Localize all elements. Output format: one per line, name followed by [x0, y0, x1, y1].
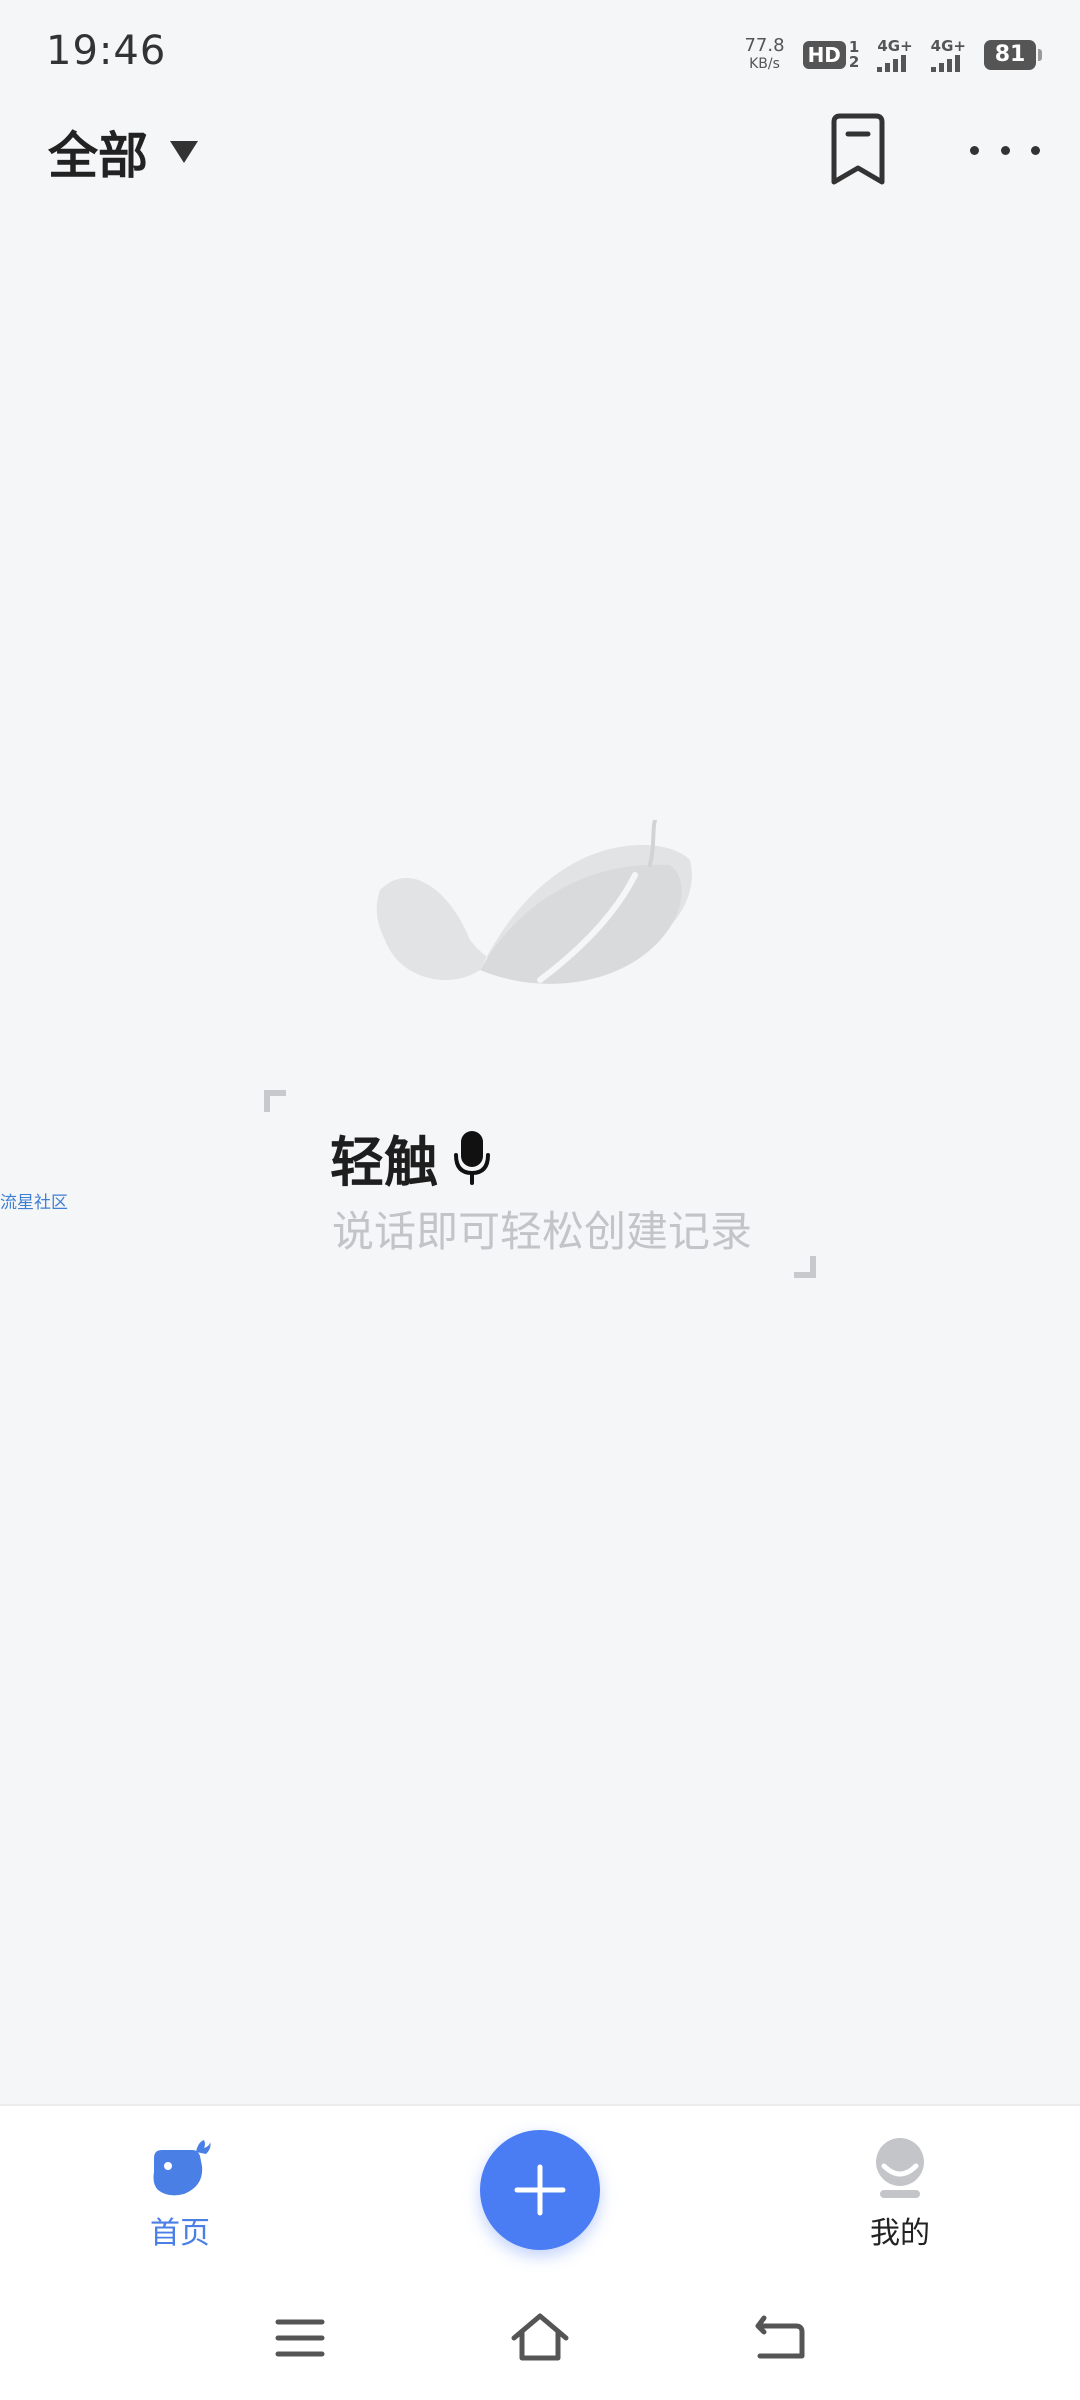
signal-icon-sim1: 4G+ — [877, 37, 913, 72]
status-icons: 77.8 KB/s HD 1 2 4G+ 4G+ 81 — [744, 32, 1042, 78]
signal-label-sim1: 4G+ — [877, 37, 913, 55]
home-icon — [511, 2313, 569, 2361]
back-icon — [755, 2315, 805, 2359]
network-speed-value: 77.8 — [744, 35, 785, 56]
corner-bracket-bottom-right — [794, 1256, 816, 1278]
community-side-link[interactable]: 流星社区 — [0, 1188, 68, 1213]
whale-home-icon — [153, 2140, 211, 2196]
avatar-icon — [876, 2138, 924, 2198]
more-dot — [1031, 145, 1040, 155]
voice-title-row: 轻触 — [330, 1118, 492, 1197]
system-back-button[interactable] — [750, 2308, 810, 2368]
voice-record-prompt[interactable]: 轻触 说话即可轻松创建记录 — [264, 1090, 816, 1278]
system-home-button[interactable] — [510, 2308, 570, 2368]
more-options-button[interactable] — [970, 130, 1040, 170]
status-bar: 19:46 77.8 KB/s HD 1 2 4G+ 4G+ 81 — [0, 0, 1080, 110]
menu-icon — [275, 2319, 325, 2357]
tab-mine[interactable]: 我的 — [850, 2136, 950, 2256]
network-speed-unit: KB/s — [749, 56, 780, 72]
tab-home[interactable]: 首页 — [130, 2136, 230, 2256]
bookmark-button[interactable] — [826, 112, 890, 188]
hd-sub-bottom: 2 — [848, 53, 860, 71]
tab-home-label: 首页 — [150, 2216, 210, 2251]
signal-bars-sim2 — [930, 54, 960, 72]
hd-label: HD — [802, 41, 846, 69]
tab-mine-label: 我的 — [870, 2216, 930, 2251]
signal-label-sim2: 4G+ — [930, 37, 966, 55]
feather-icon — [376, 820, 692, 984]
signal-bars-sim1 — [877, 54, 907, 72]
bookmark-icon — [831, 113, 885, 185]
more-dot — [970, 145, 979, 155]
microphone-icon — [454, 1130, 490, 1185]
screen: 19:46 77.8 KB/s HD 1 2 4G+ 4G+ 81 全部 轻触 … — [0, 0, 1080, 2400]
hd-voice-icon: HD 1 2 — [802, 40, 860, 71]
top-header: 全部 — [0, 110, 1080, 230]
status-time: 19:46 — [46, 28, 167, 74]
voice-subtitle: 说话即可轻松创建记录 — [332, 1207, 753, 1256]
system-navigation-bar — [0, 2276, 1080, 2400]
voice-title: 轻触 — [330, 1130, 438, 1194]
plus-icon — [514, 2164, 566, 2216]
more-dot — [1000, 145, 1010, 155]
caret-down-icon — [170, 141, 198, 163]
system-menu-button[interactable] — [270, 2308, 330, 2368]
corner-bracket-top-left — [264, 1090, 286, 1112]
category-filter-dropdown[interactable]: 全部 — [48, 112, 198, 192]
signal-icon-sim2: 4G+ — [930, 37, 966, 72]
add-record-button[interactable] — [480, 2130, 600, 2250]
category-filter-label: 全部 — [48, 127, 148, 185]
network-speed: 77.8 KB/s — [744, 37, 784, 73]
battery-icon: 81 — [984, 40, 1042, 70]
